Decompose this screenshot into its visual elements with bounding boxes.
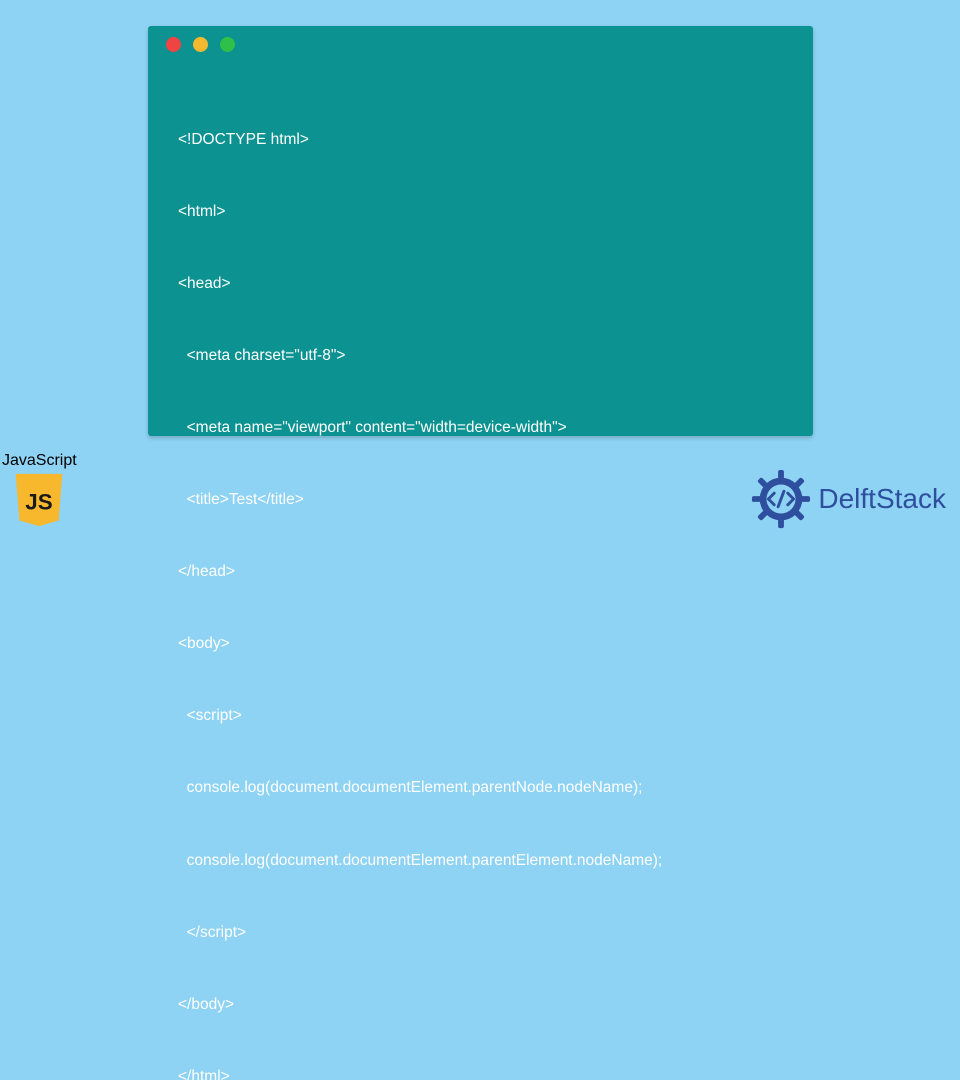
code-line: <body>	[178, 632, 783, 656]
code-line: </html>	[178, 1065, 783, 1080]
code-line: <meta name="viewport" content="width=dev…	[178, 416, 783, 440]
code-body: <!DOCTYPE html> <html> <head> <meta char…	[148, 62, 813, 1080]
brand-name: DelftStack	[818, 483, 946, 515]
javascript-badge: JavaScript JS	[2, 452, 77, 528]
code-line: <script>	[178, 704, 783, 728]
code-line: </body>	[178, 993, 783, 1017]
minimize-icon[interactable]	[193, 37, 208, 52]
close-icon[interactable]	[166, 37, 181, 52]
delftstack-logo: DelftStack	[750, 468, 946, 530]
code-line: console.log(document.documentElement.par…	[178, 776, 783, 800]
code-line: <html>	[178, 200, 783, 224]
window-title-bar	[148, 26, 813, 62]
code-line: </script>	[178, 921, 783, 945]
code-line: <meta charset="utf-8">	[178, 344, 783, 368]
code-line: <title>Test</title>	[178, 488, 783, 512]
javascript-label: JavaScript	[2, 452, 77, 470]
code-line: console.log(document.documentElement.par…	[178, 849, 783, 873]
code-window: <!DOCTYPE html> <html> <head> <meta char…	[148, 26, 813, 436]
maximize-icon[interactable]	[220, 37, 235, 52]
code-line: <!DOCTYPE html>	[178, 128, 783, 152]
gear-icon	[750, 468, 812, 530]
code-line: <head>	[178, 272, 783, 296]
js-shield-text: JS	[26, 489, 53, 514]
code-line: </head>	[178, 560, 783, 584]
javascript-shield-icon: JS	[12, 472, 66, 528]
